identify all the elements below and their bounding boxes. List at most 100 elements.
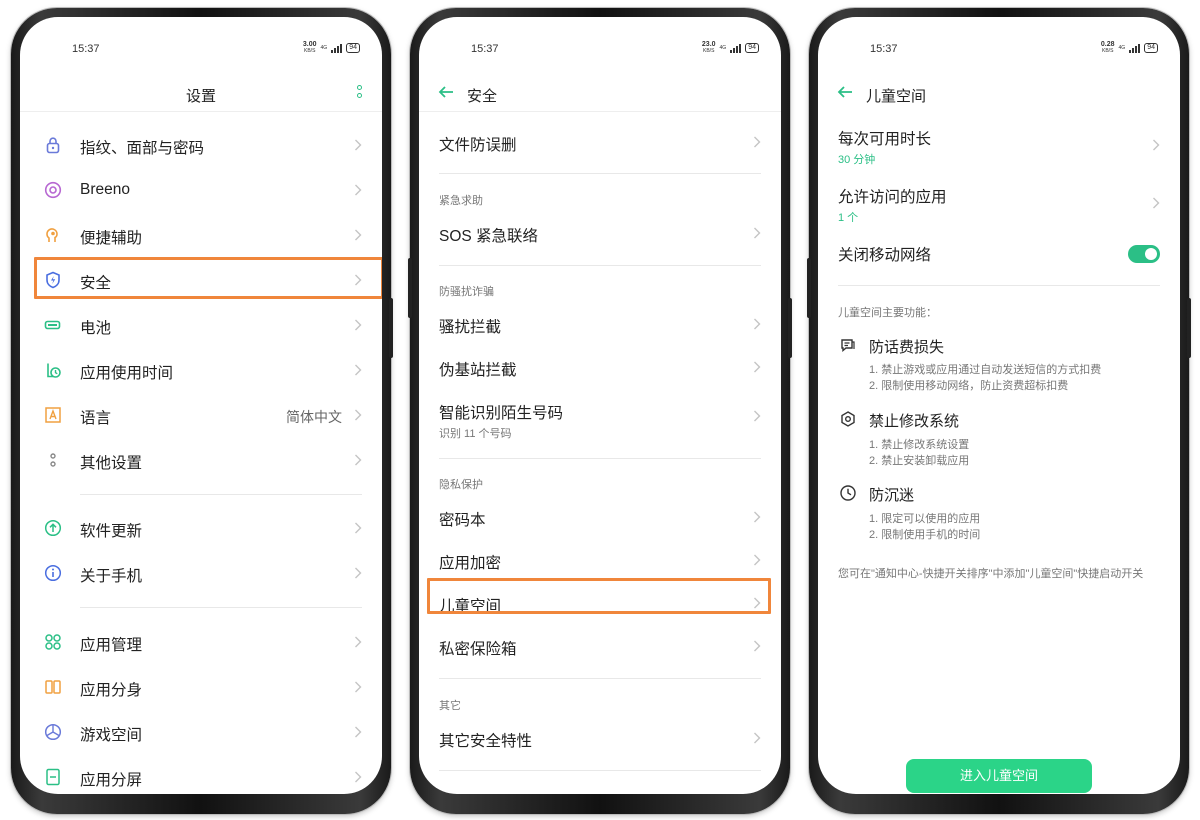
app-clone-icon (45, 680, 61, 694)
settings-item-about[interactable]: 关于手机 (20, 553, 382, 593)
network-type: 4G (320, 45, 328, 51)
page-title: 设置 (185, 88, 216, 105)
security-item-label: 密码本 (439, 512, 486, 529)
security-item-label: 伪基站拦截 (439, 362, 517, 379)
security-item-private-safe[interactable]: 私密保险箱 (419, 626, 781, 666)
network-type: 4G (719, 45, 727, 51)
chevron-right-icon (355, 771, 362, 783)
app-timer-icon (47, 363, 61, 378)
kid-setting-mobile-network: 关闭移动网络 (818, 241, 1180, 271)
breeno-icon (44, 181, 62, 199)
settings-item-label: 便捷辅助 (80, 230, 143, 247)
security-item-app-lock[interactable]: 应用加密 (419, 540, 781, 580)
security-item-harassment-block[interactable]: 骚扰拦截 (419, 304, 781, 344)
settings-item-app-clone[interactable]: 应用分身 (20, 667, 382, 707)
settings-item-breeno[interactable]: Breeno (20, 170, 382, 210)
setting-label: 关闭移动网络 (838, 247, 932, 264)
chevron-right-icon (355, 319, 362, 331)
kid-setting-allowed-apps[interactable]: 允许访问的应用 1 个 (818, 183, 1180, 227)
settings-item-app-management[interactable]: 应用管理 (20, 622, 382, 662)
kid-setting-duration[interactable]: 每次可用时长 30 分钟 (818, 125, 1180, 169)
settings-item-fingerprint[interactable]: 指纹、面部与密码 (20, 125, 382, 165)
phone-kid-space: 15:37 0.28 KB/S 4G 94 儿童空间 每次可用时长 30 分钟 允… (807, 8, 1191, 814)
network-speed: 0.28 KB/S (1100, 41, 1115, 54)
divider (80, 607, 362, 608)
security-item-other-features[interactable]: 其它安全特性 (419, 718, 781, 758)
security-item-file-protect[interactable]: 文件防误删 (419, 122, 781, 162)
feature-line: 2. 限制使用移动网络，防止资费超标扣费 (869, 380, 1069, 392)
divider (439, 173, 761, 174)
assist-icon (46, 228, 58, 242)
game-space-icon (44, 723, 62, 741)
other-settings-icon (50, 453, 56, 467)
section-title-anti-fraud: 防骚扰诈骗 (439, 286, 494, 298)
shortcut-note: 您可在"通知中心-快捷开关排序"中添加"儿童空间"快捷启动开关 (838, 568, 1144, 580)
more-options-icon[interactable] (356, 85, 362, 98)
feature-title: 防沉迷 (869, 487, 915, 504)
divider (439, 770, 761, 771)
features-title: 儿童空间主要功能： (838, 307, 937, 319)
security-item-fake-base-station[interactable]: 伪基站拦截 (419, 347, 781, 387)
chevron-right-icon (754, 554, 761, 566)
chevron-right-icon (754, 318, 761, 330)
back-arrow-icon[interactable] (437, 83, 455, 101)
setting-value: 30 分钟 (838, 154, 876, 166)
back-arrow-icon[interactable] (836, 83, 854, 101)
settings-item-update[interactable]: 软件更新 (20, 508, 382, 548)
update-icon (44, 519, 62, 537)
security-item-password-book[interactable]: 密码本 (419, 497, 781, 537)
feature-line: 1. 禁止修改系统设置 (869, 439, 970, 451)
language-value: 简体中文 (286, 409, 342, 425)
chevron-right-icon (355, 681, 362, 693)
settings-item-app-usage[interactable]: 应用使用时间 (20, 350, 382, 390)
settings-item-label: 关于手机 (80, 568, 143, 585)
chevron-right-icon (355, 454, 362, 466)
chevron-right-icon (754, 640, 761, 652)
battery-level: 94 (1144, 43, 1158, 53)
security-item-label: SOS 紧急联络 (439, 228, 539, 245)
message-icon (841, 339, 855, 352)
settings-item-game-space[interactable]: 游戏空间 (20, 712, 382, 752)
enter-kid-space-button[interactable]: 进入儿童空间 (906, 759, 1092, 793)
settings-screen: 15:37 3.00 KB/S 4G 94 设置 指纹、面部与密码 Breeno … (20, 17, 382, 794)
feature-title: 防话费损失 (869, 339, 945, 356)
volume-button (807, 258, 811, 318)
volume-button (408, 258, 412, 318)
selection-highlight (34, 257, 382, 299)
chevron-right-icon (355, 636, 362, 648)
battery-level: 94 (745, 43, 759, 53)
settings-item-label: 语言 (80, 410, 112, 427)
network-speed: 23.0 KB/S (701, 41, 716, 54)
lock-icon (46, 137, 60, 154)
settings-item-battery[interactable]: 电池 (20, 305, 382, 345)
clock-icon (840, 485, 856, 501)
feature-line: 1. 限定可以使用的应用 (869, 513, 981, 525)
settings-item-other[interactable]: 其他设置 (20, 440, 382, 480)
setting-value: 1 个 (838, 212, 859, 224)
phone-security: 15:37 23.0 KB/S 4G 94 安全 文件防误删 紧急求助 SOS 紧… (408, 8, 792, 814)
kid-space-screen: 15:37 0.28 KB/S 4G 94 儿童空间 每次可用时长 30 分钟 允… (818, 17, 1180, 794)
security-item-label: 智能识别陌生号码 (439, 405, 564, 422)
chevron-right-icon (754, 511, 761, 523)
settings-item-language[interactable]: 语言 简体中文 (20, 395, 382, 435)
chevron-right-icon (754, 227, 761, 239)
security-item-sos[interactable]: SOS 紧急联络 (419, 213, 781, 253)
settings-item-label: 其他设置 (80, 455, 143, 472)
settings-item-split-screen[interactable]: 应用分屏 (20, 757, 382, 794)
settings-item-assist[interactable]: 便捷辅助 (20, 215, 382, 255)
language-icon (45, 407, 61, 423)
signal-icon (1129, 43, 1141, 53)
header: 儿童空间 (818, 79, 1180, 109)
chevron-right-icon (355, 364, 362, 376)
security-item-label: 其它安全特性 (439, 733, 533, 750)
divider (838, 285, 1160, 286)
security-item-number-identify[interactable]: 智能识别陌生号码 识别 11 个号码 (419, 390, 781, 440)
chevron-right-icon (355, 726, 362, 738)
feature-line: 2. 禁止安装卸载应用 (869, 455, 970, 467)
security-item-label: 应用加密 (439, 555, 502, 572)
divider (439, 678, 761, 679)
security-item-subtitle: 识别 11 个号码 (439, 428, 512, 440)
signal-icon (730, 43, 742, 53)
settings-item-label: 游戏空间 (80, 727, 143, 744)
mobile-network-toggle[interactable] (1128, 245, 1160, 263)
